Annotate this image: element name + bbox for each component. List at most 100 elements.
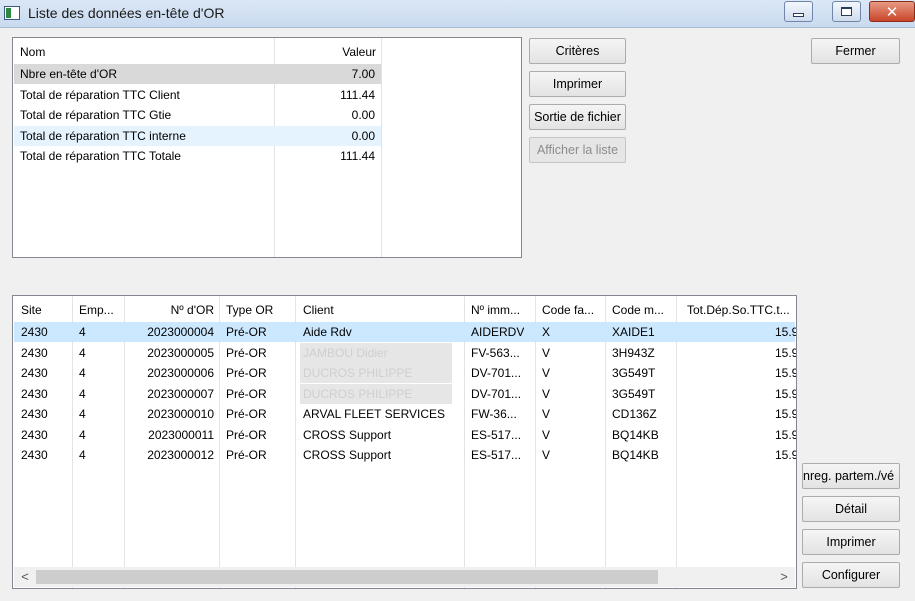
cell-tot: 15.92	[774, 448, 796, 462]
cell-num-imm: ES-517...	[471, 428, 522, 442]
cell-code-m: BQ14KB	[612, 448, 659, 462]
cell-code-m: CD136Z	[612, 407, 657, 421]
cell-num-or: 2023000006	[147, 366, 214, 380]
table-row[interactable]: 2430 4 2023000004 Pré-OR Aide Rdv AIDERD…	[14, 322, 796, 342]
col-header-site[interactable]: Site	[21, 303, 42, 317]
summary-header-name[interactable]: Nom	[20, 45, 45, 59]
cell-code-fa: V	[542, 407, 551, 421]
cell-num-imm: DV-701...	[471, 387, 522, 401]
col-header-emp[interactable]: Emp...	[79, 303, 114, 317]
show-list-button[interactable]: Afficher la liste	[529, 137, 626, 163]
cell-site: 2430	[21, 387, 48, 401]
save-partem-button[interactable]: nreg. partem./vé	[802, 463, 900, 489]
maximize-button[interactable]	[832, 1, 861, 22]
summary-row-value: 0.00	[351, 129, 375, 143]
cell-emp: 4	[79, 325, 86, 339]
summary-row-name: Total de réparation TTC Gtie	[20, 108, 172, 122]
cell-code-fa: V	[542, 428, 551, 442]
cell-num-or: 2023000011	[148, 428, 214, 442]
cell-emp: 4	[79, 448, 86, 462]
cell-code-fa: V	[542, 366, 551, 380]
cell-code-fa: V	[542, 448, 551, 462]
cell-num-or: 2023000012	[147, 448, 214, 462]
col-header-client[interactable]: Client	[303, 303, 334, 317]
summary-row-name: Nbre en-tête d'OR	[20, 67, 118, 81]
cell-type-or: Pré-OR	[226, 387, 267, 401]
cell-site: 2430	[21, 346, 48, 360]
minimize-button[interactable]	[784, 1, 813, 22]
table-row[interactable]: 2430 4 2023000012 Pré-OR CROSS Support E…	[14, 445, 796, 465]
detail-button[interactable]: Détail	[802, 496, 900, 522]
summary-row-value: 111.44	[340, 149, 375, 163]
summary-row[interactable]: Total de réparation TTC interne 0.00	[14, 126, 381, 146]
cell-type-or: Pré-OR	[226, 366, 267, 380]
cell-num-or: 2023000004	[147, 325, 214, 339]
cell-client: Aide Rdv	[303, 325, 352, 339]
configure-button[interactable]: Configurer	[802, 562, 900, 588]
table-row[interactable]: 2430 4 2023000007 Pré-OR DUCROS PHILIPPE…	[14, 384, 796, 404]
col-header-code-fa[interactable]: Code fa...	[542, 303, 594, 317]
cell-num-imm: DV-701...	[471, 366, 522, 380]
cell-tot: 15.92	[774, 428, 796, 442]
table-row[interactable]: 2430 4 2023000005 Pré-OR JAMBOU Didier F…	[14, 343, 796, 363]
cell-tot: 15.92	[774, 407, 796, 421]
cell-site: 2430	[21, 407, 48, 421]
criteres-button[interactable]: Critères	[529, 38, 626, 64]
cell-tot: 15.92	[774, 325, 796, 339]
cell-code-m: 3G549T	[612, 366, 656, 380]
table-row[interactable]: 2430 4 2023000010 Pré-OR ARVAL FLEET SER…	[14, 404, 796, 424]
cell-type-or: Pré-OR	[226, 428, 267, 442]
cell-type-or: Pré-OR	[226, 325, 267, 339]
cell-client: CROSS Support	[303, 448, 392, 462]
col-header-num-imm[interactable]: Nº imm...	[471, 303, 520, 317]
close-icon: ✕	[885, 3, 899, 21]
cell-num-imm: FW-36...	[471, 407, 517, 421]
or-table[interactable]: Site Emp... Nº d'OR Type OR Client Nº im…	[12, 295, 797, 589]
summary-header-value[interactable]: Valeur	[275, 45, 376, 59]
scroll-right-icon[interactable]: >	[776, 569, 792, 585]
col-header-type-or[interactable]: Type OR	[226, 303, 273, 317]
maximize-icon	[841, 7, 852, 16]
cell-num-imm: ES-517...	[471, 448, 522, 462]
cell-num-or: 2023000005	[147, 346, 214, 360]
summary-list[interactable]: Nom Valeur Nbre en-tête d'OR 7.00 Total …	[12, 37, 522, 258]
col-header-code-m[interactable]: Code m...	[612, 303, 664, 317]
file-output-button[interactable]: Sortie de fichier	[529, 104, 626, 130]
cell-num-imm: AIDERDV	[471, 325, 525, 339]
close-window-button[interactable]: Fermer	[811, 38, 900, 64]
print-button[interactable]: Imprimer	[529, 71, 626, 97]
cell-num-or: 2023000010	[147, 407, 214, 421]
summary-row-value: 0.00	[351, 108, 375, 122]
cell-client: CROSS Support	[303, 428, 392, 442]
summary-row[interactable]: Nbre en-tête d'OR 7.00	[14, 64, 381, 84]
close-button[interactable]: ✕	[869, 1, 915, 22]
cell-type-or: Pré-OR	[226, 448, 267, 462]
cell-site: 2430	[21, 366, 48, 380]
print-table-button[interactable]: Imprimer	[802, 529, 900, 555]
cell-client-redacted: JAMBOU Didier	[300, 343, 452, 363]
title-bar: Liste des données en-tête d'OR ✕	[0, 0, 915, 28]
summary-row[interactable]: Total de réparation TTC Gtie 0.00	[14, 105, 381, 125]
cell-emp: 4	[79, 387, 86, 401]
summary-row-value: 7.00	[351, 67, 375, 81]
cell-code-m: 3G549T	[612, 387, 656, 401]
summary-row[interactable]: Total de réparation TTC Totale 111.44	[14, 146, 381, 166]
cell-num-imm: FV-563...	[471, 346, 520, 360]
cell-site: 2430	[21, 428, 48, 442]
table-row[interactable]: 2430 4 2023000011 Pré-OR CROSS Support E…	[14, 425, 796, 445]
summary-row-value: 111.44	[340, 88, 375, 102]
scroll-thumb[interactable]	[36, 570, 658, 584]
col-header-tot[interactable]: Tot.Dép.So.TTC.t...	[687, 303, 796, 317]
summary-row[interactable]: Total de réparation TTC Client 111.44	[14, 85, 381, 105]
scroll-left-icon[interactable]: <	[17, 569, 33, 585]
horizontal-scrollbar[interactable]: < >	[14, 567, 795, 587]
cell-code-m: XAIDE1	[612, 325, 655, 339]
cell-emp: 4	[79, 428, 86, 442]
table-row[interactable]: 2430 4 2023000006 Pré-OR DUCROS PHILIPPE…	[14, 363, 796, 383]
cell-emp: 4	[79, 346, 86, 360]
cell-site: 2430	[21, 448, 48, 462]
summary-row-name: Total de réparation TTC Totale	[20, 149, 181, 163]
summary-row-name: Total de réparation TTC interne	[20, 129, 186, 143]
col-header-num-or[interactable]: Nº d'OR	[125, 303, 214, 317]
cell-emp: 4	[79, 366, 86, 380]
